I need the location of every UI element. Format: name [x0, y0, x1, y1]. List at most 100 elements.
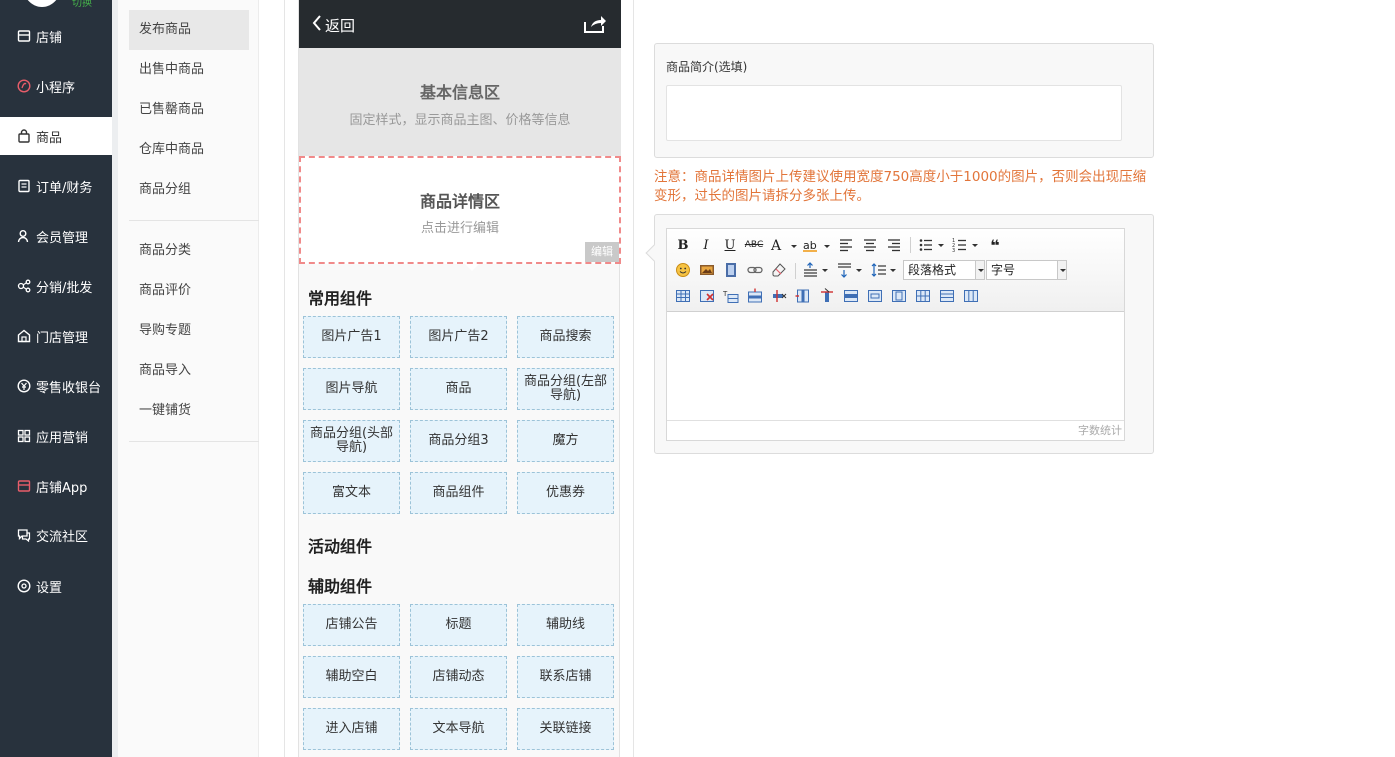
blockquote-icon[interactable]: ❝	[985, 235, 1005, 255]
nav-item-shop[interactable]: 门店管理	[0, 317, 112, 355]
component-text-nav[interactable]: 文本导航	[410, 708, 507, 750]
strikethrough-button[interactable]: ABC	[744, 235, 764, 255]
font-size-select[interactable]: 字号	[986, 260, 1067, 280]
video-icon[interactable]	[721, 260, 741, 280]
align-center-icon[interactable]	[860, 235, 880, 255]
component-group-top-nav[interactable]: 商品分组(头部导航)	[303, 420, 400, 462]
subnav-goods-group[interactable]: 商品分组	[129, 170, 249, 210]
subnav-sold-out[interactable]: 已售罄商品	[129, 90, 249, 130]
highlight-color-button[interactable]: ab	[802, 235, 832, 255]
bold-button[interactable]: B	[673, 235, 693, 255]
content-divider	[284, 0, 285, 757]
share-icon[interactable]	[583, 14, 607, 34]
insert-paragraph-before-table-icon[interactable]: T	[721, 286, 741, 306]
component-coupon[interactable]: 优惠券	[517, 472, 614, 514]
nav-item-member[interactable]: 会员管理	[0, 217, 112, 255]
order-icon	[17, 179, 31, 193]
goods-detail-area[interactable]: 商品详情区 点击进行编辑 编辑	[299, 156, 621, 264]
cashier-icon	[17, 379, 31, 393]
image-icon[interactable]	[697, 260, 717, 280]
insert-column-icon[interactable]	[793, 286, 813, 306]
nav-item-miniprogram[interactable]: 小程序	[0, 67, 112, 105]
paragraph-spacing-top-icon[interactable]	[803, 260, 831, 280]
subnav-import[interactable]: 商品导入	[129, 351, 249, 391]
nav-item-shopapp[interactable]: 店铺App	[0, 467, 112, 505]
subnav-one-click[interactable]: 一键铺货	[129, 391, 249, 431]
nav-item-distribution[interactable]: 分销/批发	[0, 267, 112, 305]
subnav-shopping-guide[interactable]: 导购专题	[129, 311, 249, 351]
detail-editor-panel: B I U ABC A ab 123 ❝ 段落格式 字号 T 字数统计	[645, 214, 1154, 454]
component-image-ad-2[interactable]: 图片广告2	[410, 316, 507, 358]
underline-button[interactable]: U	[720, 235, 740, 255]
back-button[interactable]: 返回	[311, 14, 355, 36]
switch-shop-link[interactable]: 切换	[72, 0, 92, 9]
nav-item-cashier[interactable]: 零售收银台	[0, 367, 112, 405]
numbered-list-icon[interactable]: 123	[952, 235, 980, 255]
component-image-ad-1[interactable]: 图片广告1	[303, 316, 400, 358]
nav-item-label: 店铺	[36, 30, 63, 46]
nav-item-label: 订单/财务	[36, 180, 93, 196]
member-icon	[17, 229, 31, 243]
paragraph-format-select[interactable]: 段落格式	[903, 260, 985, 280]
component-notice[interactable]: 店铺公告	[303, 604, 400, 646]
component-magic-cube[interactable]: 魔方	[517, 420, 614, 462]
bullet-list-icon[interactable]	[918, 235, 946, 255]
delete-row-icon[interactable]	[769, 286, 789, 306]
component-goods-search[interactable]: 商品搜索	[517, 316, 614, 358]
merge-cells-icon[interactable]	[841, 286, 861, 306]
component-image-nav[interactable]: 图片导航	[303, 368, 400, 410]
miniprogram-icon	[17, 79, 31, 93]
apps-icon	[17, 429, 31, 443]
component-divider-line[interactable]: 辅助线	[517, 604, 614, 646]
basic-info-title: 基本信息区	[419, 83, 500, 102]
align-right-icon[interactable]	[884, 235, 904, 255]
subnav-on-sale[interactable]: 出售中商品	[129, 50, 249, 90]
split-to-cols-icon[interactable]	[961, 286, 981, 306]
component-contact-shop[interactable]: 联系店铺	[517, 656, 614, 698]
italic-button[interactable]: I	[696, 235, 716, 255]
component-goods-widget[interactable]: 商品组件	[410, 472, 507, 514]
nav-item-settings[interactable]: 设置	[0, 567, 112, 605]
component-blank[interactable]: 辅助空白	[303, 656, 400, 698]
paragraph-spacing-bottom-icon[interactable]	[837, 260, 865, 280]
delete-table-icon[interactable]	[697, 286, 717, 306]
component-goods[interactable]: 商品	[410, 368, 507, 410]
insert-row-icon[interactable]	[745, 286, 765, 306]
settings-icon	[17, 579, 31, 593]
component-enter-shop[interactable]: 进入店铺	[303, 708, 400, 750]
edit-badge[interactable]: 编辑	[585, 242, 619, 262]
shop-logo[interactable]	[22, 0, 62, 7]
merge-down-icon[interactable]	[889, 286, 909, 306]
intro-panel: 商品简介(选填)	[654, 43, 1154, 158]
nav-item-apps[interactable]: 应用营销	[0, 417, 112, 455]
merge-right-icon[interactable]	[865, 286, 885, 306]
emoji-icon[interactable]	[673, 260, 693, 280]
component-rich-text[interactable]: 富文本	[303, 472, 400, 514]
eraser-icon[interactable]	[769, 260, 789, 280]
line-height-icon[interactable]	[871, 260, 899, 280]
nav-item-order[interactable]: 订单/财务	[0, 167, 112, 205]
subnav-category[interactable]: 商品分类	[129, 231, 249, 271]
component-title[interactable]: 标题	[410, 604, 507, 646]
intro-input[interactable]	[666, 85, 1122, 141]
community-icon	[17, 528, 31, 542]
subnav-reviews[interactable]: 商品评价	[129, 271, 249, 311]
subnav-warehouse[interactable]: 仓库中商品	[129, 130, 249, 170]
component-shop-feed[interactable]: 店铺动态	[410, 656, 507, 698]
delete-column-icon[interactable]	[817, 286, 837, 306]
component-group-3[interactable]: 商品分组3	[410, 420, 507, 462]
insert-table-icon[interactable]	[673, 286, 693, 306]
nav-item-goods[interactable]: 商品	[0, 117, 112, 155]
font-color-button[interactable]: A	[769, 235, 799, 255]
component-related-link[interactable]: 关联链接	[517, 708, 614, 750]
link-icon[interactable]	[745, 260, 765, 280]
align-left-icon[interactable]	[836, 235, 856, 255]
subnav-publish-goods[interactable]: 发布商品	[129, 10, 249, 50]
nav-item-community[interactable]: 交流社区	[0, 516, 112, 554]
nav-item-store[interactable]: 店铺	[0, 17, 112, 55]
split-to-cells-icon[interactable]	[913, 286, 933, 306]
component-group-left-nav[interactable]: 商品分组(左部导航)	[517, 368, 614, 410]
subnav-divider	[129, 441, 260, 442]
split-to-rows-icon[interactable]	[937, 286, 957, 306]
nav-item-label: 应用营销	[36, 430, 89, 446]
